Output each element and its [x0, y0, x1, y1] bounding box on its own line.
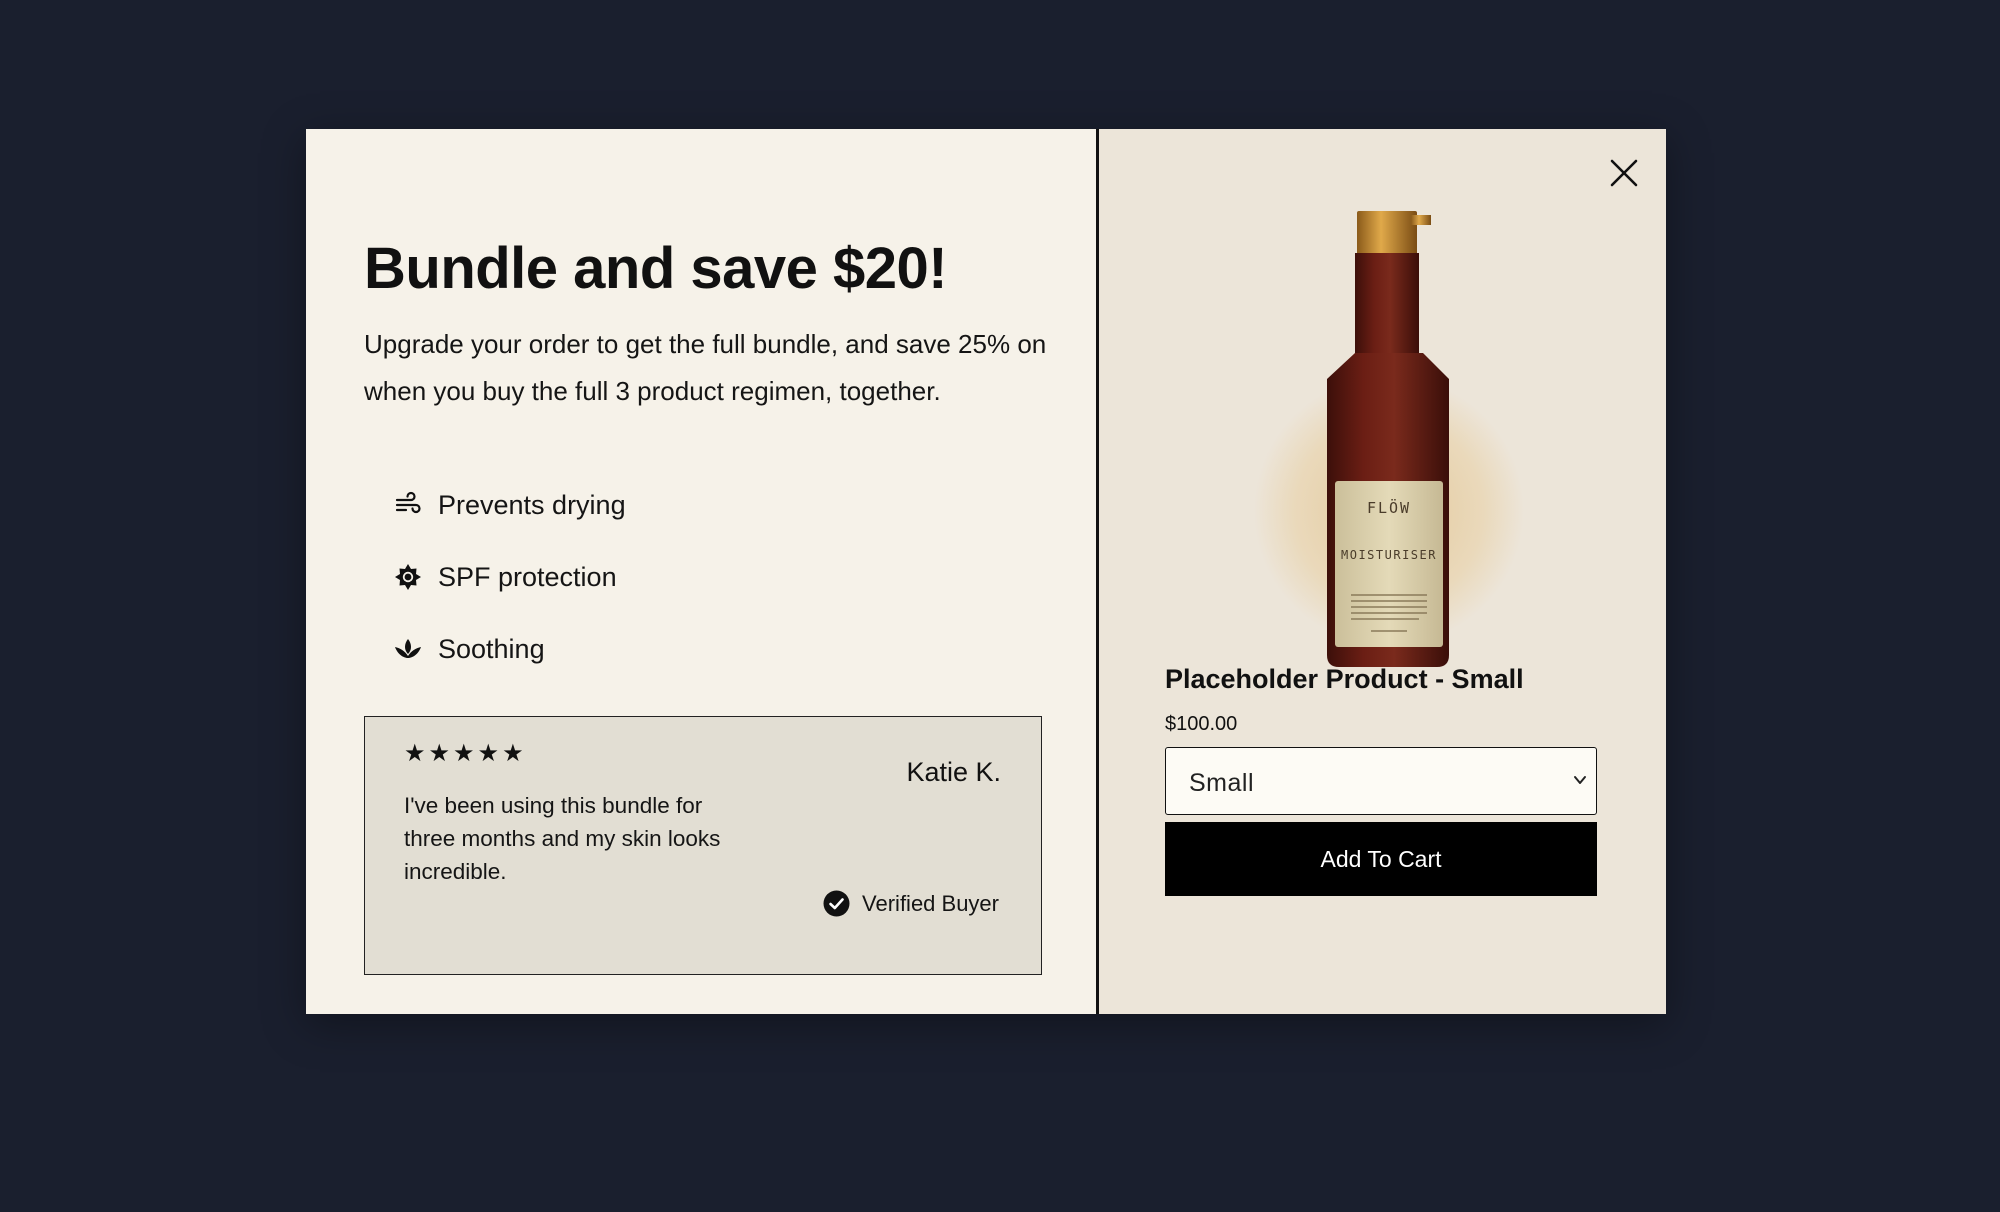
wind-icon — [394, 491, 422, 519]
benefit-item: Soothing — [394, 613, 626, 685]
star-rating: ★★★★★ — [404, 740, 527, 767]
variant-selected-value: Small — [1189, 769, 1255, 797]
close-button[interactable] — [1606, 155, 1642, 191]
review-text: I've been using this bundle for three mo… — [404, 793, 721, 884]
benefit-label: Soothing — [438, 633, 545, 664]
close-icon — [1610, 159, 1638, 187]
bundle-upsell-modal: Bundle and save $20! Upgrade your order … — [306, 129, 1666, 1014]
lotus-icon — [394, 635, 422, 663]
image-label-text: MOISTURISER — [1341, 548, 1437, 562]
benefit-list: Prevents drying SPF protection Soothing — [394, 469, 626, 685]
benefit-label: SPF protection — [438, 561, 617, 592]
verified-buyer-badge: Verified Buyer — [823, 890, 999, 917]
add-to-cart-button[interactable]: Add To Cart — [1165, 822, 1597, 896]
offer-headline: Bundle and save $20! — [364, 236, 948, 301]
benefit-item: Prevents drying — [394, 469, 626, 541]
product-name: Placeholder Product - Small — [1165, 664, 1524, 694]
chevron-down-icon — [1574, 776, 1586, 784]
review-card: ★★★★★ Katie K. I've been using this bund… — [364, 716, 1042, 975]
offer-description: Upgrade your order to get the full bundl… — [364, 329, 1047, 406]
reviewer-name: Katie K. — [906, 757, 1001, 787]
product-image: FLÖW MOISTURISER — [1254, 211, 1524, 667]
benefit-item: SPF protection — [394, 541, 626, 613]
verified-label: Verified Buyer — [862, 890, 999, 916]
check-circle-icon — [823, 890, 850, 917]
product-price: $100.00 — [1165, 713, 1238, 735]
image-brand-text: FLÖW — [1367, 498, 1411, 517]
benefit-label: Prevents drying — [438, 489, 626, 520]
variant-select[interactable]: Small — [1165, 747, 1597, 815]
sun-icon — [394, 563, 422, 591]
product-panel: FLÖW MOISTURISER Placeholder Product - S… — [1099, 129, 1666, 1014]
offer-panel: Bundle and save $20! Upgrade your order … — [306, 129, 1099, 1014]
